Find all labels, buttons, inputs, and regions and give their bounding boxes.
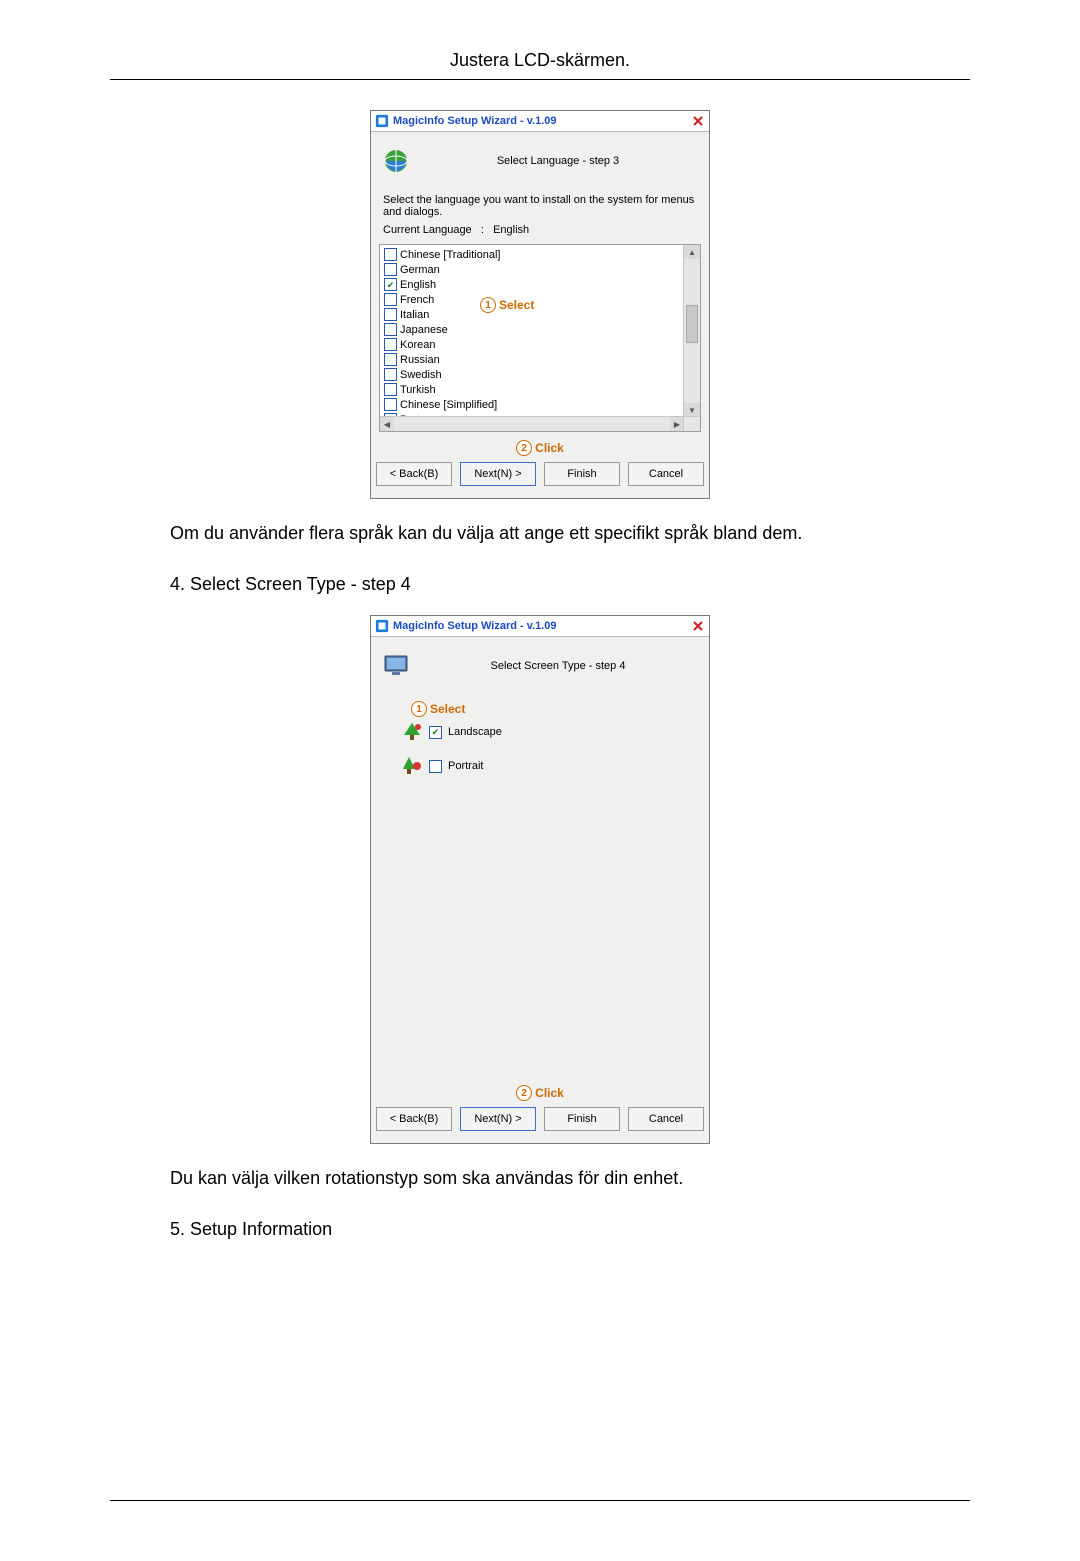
callout-select: 1 Select [411, 701, 693, 717]
instruction-text: Select the language you want to install … [383, 194, 697, 218]
window-title: MagicInfo Setup Wizard - v.1.09 [393, 115, 557, 127]
language-label: English [400, 279, 436, 291]
list-item[interactable]: Japanese [384, 322, 684, 337]
back-button[interactable]: < Back(B) [376, 1107, 452, 1131]
back-button[interactable]: < Back(B) [376, 462, 452, 486]
language-label: Japanese [400, 324, 448, 336]
language-label: Russian [400, 354, 440, 366]
scroll-right-icon[interactable]: ▶ [670, 417, 684, 431]
list-item[interactable]: Swedish [384, 367, 684, 382]
finish-button[interactable]: Finish [544, 1107, 620, 1131]
checkbox-icon[interactable] [384, 278, 397, 291]
cancel-button[interactable]: Cancel [628, 462, 704, 486]
list-item[interactable]: Turkish [384, 382, 684, 397]
next-button[interactable]: Next(N) > [460, 462, 536, 486]
step-title: Select Screen Type - step 4 [419, 660, 697, 672]
language-listbox[interactable]: Chinese [Traditional] German English Fre… [379, 244, 701, 432]
monitor-icon [383, 653, 409, 679]
scroll-corner [683, 416, 700, 431]
scroll-down-icon[interactable]: ▼ [684, 403, 700, 417]
current-language-row: Current Language : English [383, 224, 697, 236]
list-item[interactable]: Korean [384, 337, 684, 352]
checkbox-icon[interactable] [429, 760, 442, 773]
app-icon [375, 114, 389, 128]
list-item[interactable]: Chinese [Traditional] [384, 247, 684, 262]
horizontal-scrollbar[interactable]: ◀ ▶ [380, 416, 684, 431]
list-item[interactable]: German [384, 262, 684, 277]
titlebar: MagicInfo Setup Wizard - v.1.09 [371, 616, 709, 637]
language-label: Chinese [Simplified] [400, 399, 497, 411]
checkbox-icon[interactable] [384, 383, 397, 396]
window-title: MagicInfo Setup Wizard - v.1.09 [393, 620, 557, 632]
step5-heading: 5. Setup Information [170, 1219, 910, 1240]
callout-badge-2-icon: 2 [516, 440, 532, 456]
vertical-scrollbar[interactable]: ▲ ▼ [683, 245, 700, 417]
callout-badge-1-icon: 1 [411, 701, 427, 717]
titlebar: MagicInfo Setup Wizard - v.1.09 [371, 111, 709, 132]
checkbox-icon[interactable] [384, 308, 397, 321]
callout-select-label: Select [499, 298, 534, 312]
callout-click: 2 Click [379, 1085, 701, 1101]
checkbox-icon[interactable] [384, 293, 397, 306]
step-title: Select Language - step 3 [419, 155, 697, 167]
language-label: Swedish [400, 369, 442, 381]
step4-heading: 4. Select Screen Type - step 4 [170, 574, 910, 595]
option-portrait[interactable]: Portrait [401, 755, 693, 777]
callout-click-label: Click [535, 1086, 564, 1100]
language-label: Turkish [400, 384, 436, 396]
landscape-tree-icon [401, 721, 423, 743]
callout-click-label: Click [535, 441, 564, 455]
wizard-dialog-step3: MagicInfo Setup Wizard - v.1.09 Select L… [370, 110, 710, 499]
next-button[interactable]: Next(N) > [460, 1107, 536, 1131]
list-item[interactable]: Chinese [Simplified] [384, 397, 684, 412]
language-label: French [400, 294, 434, 306]
close-button[interactable] [689, 618, 707, 634]
checkbox-icon[interactable] [384, 248, 397, 261]
list-item[interactable]: Russian [384, 352, 684, 367]
scroll-up-icon[interactable]: ▲ [684, 245, 700, 259]
globe-icon [383, 148, 409, 174]
language-label: German [400, 264, 440, 276]
wizard-dialog-step4: MagicInfo Setup Wizard - v.1.09 Select S… [370, 615, 710, 1144]
callout-badge-2-icon: 2 [516, 1085, 532, 1101]
checkbox-icon[interactable] [384, 368, 397, 381]
app-icon [375, 619, 389, 633]
checkbox-icon[interactable] [384, 353, 397, 366]
language-label: Italian [400, 309, 429, 321]
close-button[interactable] [689, 113, 707, 129]
list-item[interactable]: English [384, 277, 684, 292]
language-label: Korean [400, 339, 435, 351]
scroll-left-icon[interactable]: ◀ [380, 417, 394, 431]
checkbox-icon[interactable] [384, 323, 397, 336]
portrait-tree-icon [401, 755, 423, 777]
callout-badge-1-icon: 1 [480, 297, 496, 313]
option-label: Portrait [448, 760, 483, 772]
scroll-thumb[interactable] [686, 305, 698, 343]
body-paragraph-1: Om du använder flera språk kan du välja … [170, 523, 910, 544]
option-label: Landscape [448, 726, 502, 738]
checkbox-icon[interactable] [384, 263, 397, 276]
checkbox-icon[interactable] [384, 338, 397, 351]
body-paragraph-2: Du kan välja vilken rotationstyp som ska… [170, 1168, 910, 1189]
page-header-title: Justera LCD-skärmen. [110, 50, 970, 80]
current-language-label: Current Language [383, 224, 472, 236]
finish-button[interactable]: Finish [544, 462, 620, 486]
footer-divider [110, 1500, 970, 1501]
language-label: Chinese [Traditional] [400, 249, 500, 261]
option-landscape[interactable]: Landscape [401, 721, 693, 743]
current-language-value: English [493, 224, 529, 236]
callout-select: 1 Select [480, 297, 534, 313]
checkbox-icon[interactable] [384, 398, 397, 411]
colon-sep: : [475, 224, 490, 236]
checkbox-icon[interactable] [429, 726, 442, 739]
cancel-button[interactable]: Cancel [628, 1107, 704, 1131]
callout-click: 2 Click [379, 440, 701, 456]
callout-select-label: Select [430, 702, 465, 716]
